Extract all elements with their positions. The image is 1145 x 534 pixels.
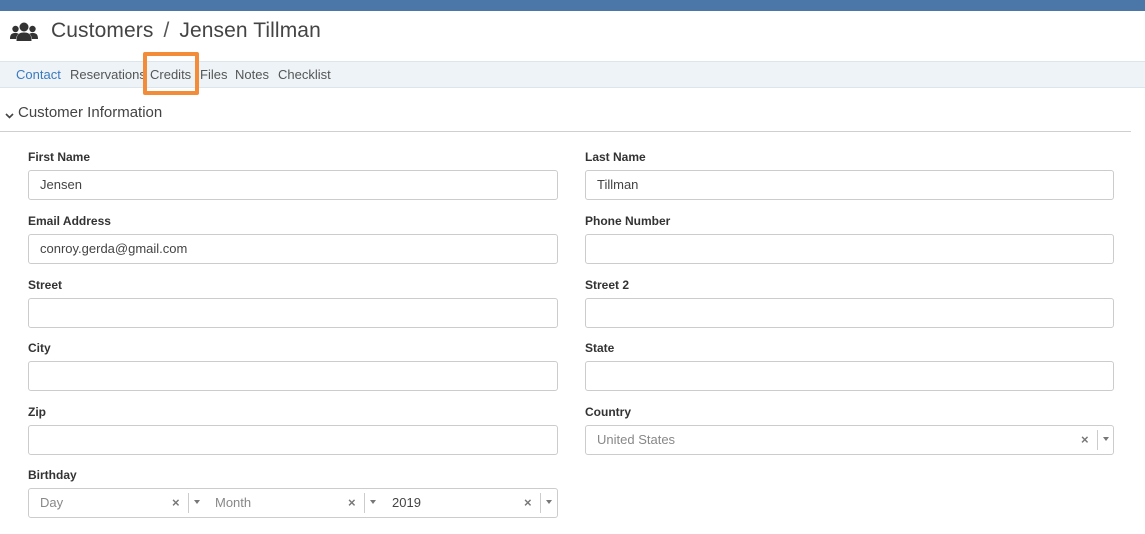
- section-header-customer-information[interactable]: Customer Information: [0, 100, 1131, 132]
- breadcrumb-customer-name: Jensen Tillman: [179, 19, 321, 42]
- first-name-label: First Name: [28, 150, 91, 164]
- chevron-down-icon[interactable]: [4, 106, 16, 122]
- tab-checklist[interactable]: Checklist: [278, 67, 331, 82]
- top-bar: [0, 0, 1145, 11]
- chevron-down-icon[interactable]: [370, 500, 376, 504]
- tab-files[interactable]: Files: [200, 67, 227, 82]
- clear-icon[interactable]: ×: [524, 495, 532, 510]
- phone-input[interactable]: [585, 234, 1114, 264]
- breadcrumb-separator: /: [163, 19, 170, 42]
- email-label: Email Address: [28, 214, 111, 228]
- clear-icon[interactable]: ×: [1081, 432, 1089, 447]
- country-select[interactable]: United States ×: [585, 425, 1114, 455]
- select-divider: [364, 493, 365, 513]
- page-header: Customers / Jensen Tillman: [0, 11, 1145, 61]
- first-name-input[interactable]: Jensen: [28, 170, 558, 200]
- tab-contact[interactable]: Contact: [16, 67, 61, 82]
- last-name-label: Last Name: [585, 150, 646, 164]
- breadcrumb-customers[interactable]: Customers: [51, 19, 153, 42]
- tab-bar: Contact Reservations Credits Files Notes…: [0, 61, 1145, 88]
- birthday-month-select[interactable]: Month: [215, 495, 251, 510]
- street-label: Street: [28, 278, 63, 292]
- email-input[interactable]: conroy.gerda@gmail.com: [28, 234, 558, 264]
- select-divider: [540, 493, 541, 513]
- chevron-down-icon[interactable]: [546, 500, 552, 504]
- section-title: Customer Information: [18, 104, 163, 121]
- birthday-year-select[interactable]: 2019: [392, 495, 421, 510]
- page-title: Customers / Jensen Tillman: [51, 19, 321, 43]
- city-label: City: [28, 341, 51, 355]
- clear-icon[interactable]: ×: [172, 495, 180, 510]
- city-input[interactable]: [28, 361, 558, 391]
- select-divider: [188, 493, 189, 513]
- country-label: Country: [585, 405, 631, 419]
- birthday-select-group: Day × Month × 2019 ×: [28, 488, 558, 518]
- tab-notes[interactable]: Notes: [235, 67, 269, 82]
- zip-label: Zip: [28, 405, 46, 419]
- last-name-input[interactable]: Tillman: [585, 170, 1114, 200]
- street-input[interactable]: [28, 298, 558, 328]
- chevron-down-icon[interactable]: [1103, 437, 1109, 441]
- tab-reservations[interactable]: Reservations: [70, 67, 146, 82]
- users-icon: [10, 22, 38, 41]
- select-divider: [1097, 430, 1098, 450]
- chevron-down-icon[interactable]: [194, 500, 200, 504]
- street2-label: Street 2: [585, 278, 630, 292]
- state-input[interactable]: [585, 361, 1114, 391]
- clear-icon[interactable]: ×: [348, 495, 356, 510]
- street2-input[interactable]: [585, 298, 1114, 328]
- phone-label: Phone Number: [585, 214, 671, 228]
- tab-credits[interactable]: Credits: [150, 67, 191, 82]
- state-label: State: [585, 341, 615, 355]
- country-value: United States: [597, 432, 676, 447]
- birthday-label: Birthday: [28, 468, 77, 482]
- birthday-day-select[interactable]: Day: [40, 495, 63, 510]
- zip-input[interactable]: [28, 425, 558, 455]
